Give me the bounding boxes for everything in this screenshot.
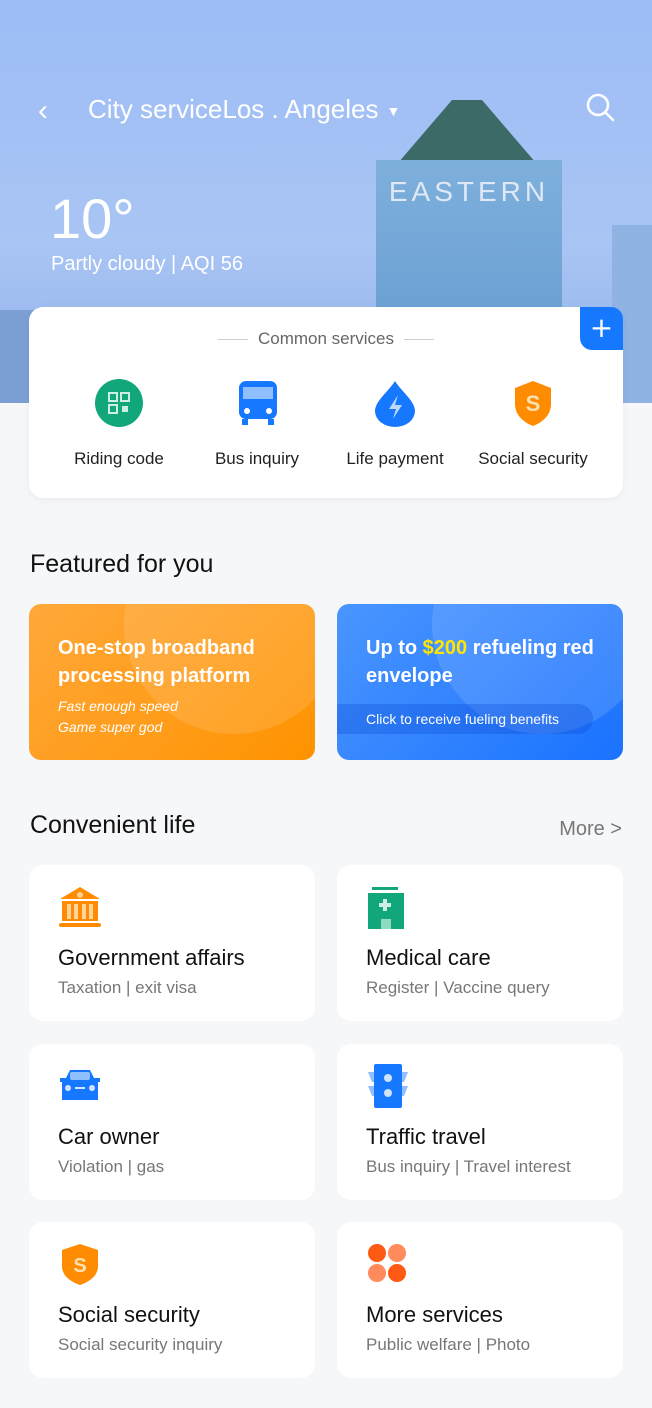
receive-benefits-button[interactable]: Click to receive fueling benefits bbox=[337, 704, 593, 734]
svg-text:S: S bbox=[526, 391, 541, 416]
building-sign: EASTERN bbox=[388, 176, 550, 207]
shield-s-icon: S bbox=[62, 1244, 98, 1285]
search-icon[interactable] bbox=[585, 92, 615, 122]
page-title: City serviceLos . Angeles bbox=[88, 94, 379, 124]
banner-subtitle: Fast enough speed Game super god bbox=[58, 696, 178, 738]
card-subtitle: Social security inquiry bbox=[58, 1335, 223, 1354]
svg-text:S: S bbox=[73, 1255, 86, 1277]
banner-line: Game super god bbox=[58, 719, 163, 735]
card-social-security[interactable]: S Social security Social security inquir… bbox=[29, 1222, 315, 1378]
bolt-drop-icon bbox=[375, 381, 415, 427]
service-label: Life payment bbox=[346, 449, 444, 468]
service-riding-code[interactable]: Riding code bbox=[49, 379, 189, 469]
convenient-title: Convenient life bbox=[30, 811, 196, 839]
service-label: Bus inquiry bbox=[214, 449, 300, 468]
city-selector[interactable]: City serviceLos . Angeles ▼ bbox=[88, 94, 400, 125]
card-subtitle: Register | Vaccine query bbox=[366, 978, 550, 997]
title-text: Up to bbox=[366, 637, 423, 659]
add-service-button[interactable]: + bbox=[580, 307, 623, 350]
bus-icon bbox=[239, 381, 277, 425]
card-medical-care[interactable]: Medical care Register | Vaccine query bbox=[337, 865, 623, 1021]
card-subtitle: Violation | gas bbox=[58, 1157, 165, 1176]
service-label: Social security bbox=[478, 449, 588, 468]
card-more-services[interactable]: More services Public welfare | Photo bbox=[337, 1222, 623, 1378]
common-services-card: Common services + Riding code Bus inquir… bbox=[29, 307, 623, 498]
nav-bar: ‹ City serviceLos . Angeles ▼ bbox=[0, 88, 652, 132]
card-title: More services bbox=[366, 1302, 503, 1327]
card-subtitle: Taxation | exit visa bbox=[58, 978, 197, 997]
featured-title: Featured for you bbox=[30, 550, 214, 578]
card-title: Traffic travel bbox=[366, 1124, 486, 1149]
caret-down-icon: ▼ bbox=[386, 103, 401, 120]
service-life-payment[interactable]: Life payment bbox=[325, 379, 465, 469]
amount-highlight: $200 bbox=[422, 637, 468, 659]
shield-s-icon: S bbox=[515, 381, 551, 426]
service-label: Riding code bbox=[74, 449, 164, 468]
car-icon bbox=[60, 1070, 100, 1100]
weather-summary: Partly cloudy | AQI 56 bbox=[51, 253, 243, 275]
banner-line: Fast enough speed bbox=[58, 698, 178, 714]
banner-title: One-stop broadband processing platform bbox=[58, 637, 255, 687]
traffic-light-icon bbox=[368, 1064, 408, 1108]
card-subtitle: Public welfare | Photo bbox=[366, 1335, 531, 1354]
common-services-title: Common services bbox=[29, 329, 623, 349]
banner-title: Up to $200 refueling red envelope bbox=[366, 634, 616, 690]
grid-dots-icon bbox=[368, 1244, 406, 1282]
card-title: Medical care bbox=[366, 945, 491, 970]
government-building-icon bbox=[59, 887, 101, 927]
service-social-security[interactable]: S Social security bbox=[463, 379, 603, 469]
banner-broadband[interactable]: One-stop broadband processing platform F… bbox=[29, 604, 315, 760]
back-icon[interactable]: ‹ bbox=[38, 94, 48, 128]
hospital-icon bbox=[368, 887, 404, 929]
card-subtitle: Bus inquiry | Travel interest bbox=[366, 1157, 571, 1176]
card-title: Car owner bbox=[58, 1124, 160, 1149]
temperature: 10° bbox=[50, 187, 135, 250]
card-government-affairs[interactable]: Government affairs Taxation | exit visa bbox=[29, 865, 315, 1021]
qr-code-icon bbox=[95, 379, 143, 427]
card-car-owner[interactable]: Car owner Violation | gas bbox=[29, 1044, 315, 1200]
service-bus-inquiry[interactable]: Bus inquiry bbox=[187, 379, 327, 469]
banner-refueling[interactable]: Up to $200 refueling red envelope Click … bbox=[337, 604, 623, 760]
card-title: Government affairs bbox=[58, 945, 245, 970]
more-link[interactable]: More > bbox=[559, 818, 622, 841]
card-title: Social security bbox=[58, 1302, 200, 1327]
card-traffic-travel[interactable]: Traffic travel Bus inquiry | Travel inte… bbox=[337, 1044, 623, 1200]
